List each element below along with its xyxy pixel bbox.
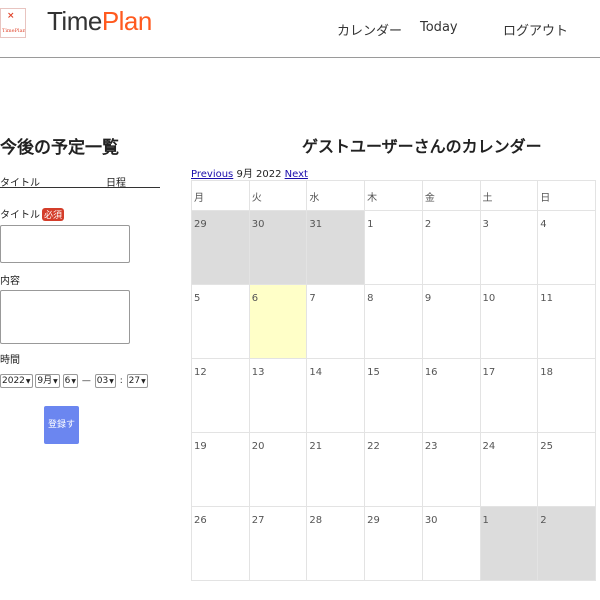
weekday-header: 水 xyxy=(306,180,366,211)
col-date-header: 日程 xyxy=(106,178,126,189)
chevron-down-icon: ▼ xyxy=(53,378,58,385)
day-cell[interactable]: 12 xyxy=(191,358,250,433)
required-badge: 必須 xyxy=(42,208,65,221)
day-cell[interactable]: 20 xyxy=(248,432,308,507)
day-cell[interactable]: 4 xyxy=(537,210,596,285)
chevron-down-icon: ▼ xyxy=(141,378,146,385)
day-cell[interactable]: 9 xyxy=(421,284,481,359)
time-selects: 2022▼ 9月▼ 6▼ — 03▼ : 27▼ xyxy=(0,374,148,388)
week-row: 29 30 31 1 2 3 4 xyxy=(191,210,596,285)
time-label: 時間 xyxy=(0,355,20,366)
chevron-down-icon: ▼ xyxy=(25,378,31,385)
day-cell[interactable]: 30 xyxy=(421,506,481,581)
day-cell[interactable]: 30 xyxy=(248,210,308,285)
month-select[interactable]: 9月▼ xyxy=(35,374,60,388)
weekday-row: 月 火 水 木 金 土 日 xyxy=(191,180,596,211)
year-value: 2022 xyxy=(2,376,25,386)
day-cell[interactable]: 21 xyxy=(306,432,366,507)
chevron-down-icon: ▼ xyxy=(109,378,114,385)
day-select[interactable]: 6▼ xyxy=(62,374,78,388)
day-cell[interactable]: 2 xyxy=(421,210,481,285)
brand-title[interactable]: TimePlan xyxy=(47,6,152,37)
brand-title-part2: Plan xyxy=(101,6,153,36)
date-time-separator: — xyxy=(81,376,91,386)
day-cell[interactable]: 2 xyxy=(537,506,596,581)
day-cell[interactable]: 17 xyxy=(479,358,539,433)
brand-title-part1: Time xyxy=(47,6,102,36)
upcoming-title: 今後の予定一覧 xyxy=(0,138,119,158)
nav-logout-link[interactable]: ログアウト xyxy=(503,20,568,39)
week-row: 5 6 7 8 9 10 11 xyxy=(191,284,596,359)
day-cell[interactable]: 1 xyxy=(364,210,423,285)
time-colon: : xyxy=(119,376,123,386)
logo-text: TimePlan xyxy=(2,28,26,34)
calendar-nav: Previous 9月 2022 Next xyxy=(191,165,308,180)
day-cell[interactable]: 18 xyxy=(537,358,596,433)
day-cell[interactable]: 13 xyxy=(248,358,308,433)
nav-calendar-link[interactable]: カレンダー xyxy=(337,20,402,39)
current-month-label: 9月 2022 xyxy=(236,169,282,180)
calendar-grid: 月 火 水 木 金 土 日 29 30 31 1 2 3 4 5 6 7 8 9… xyxy=(191,180,596,581)
day-cell[interactable]: 25 xyxy=(537,432,596,507)
day-cell[interactable]: 22 xyxy=(364,432,423,507)
title-label-text: タイトル xyxy=(0,210,40,221)
weekday-header: 日 xyxy=(537,180,596,211)
hour-select[interactable]: 03▼ xyxy=(94,374,116,388)
weekday-header: 土 xyxy=(479,180,539,211)
title-label: タイトル 必須 xyxy=(0,206,65,221)
day-cell[interactable]: 26 xyxy=(191,506,250,581)
day-cell[interactable]: 28 xyxy=(306,506,366,581)
day-value: 6 xyxy=(64,376,71,386)
weekday-header: 木 xyxy=(364,180,423,211)
month-value: 9月 xyxy=(37,376,53,386)
minute-value: 27 xyxy=(128,376,141,386)
day-cell[interactable]: 1 xyxy=(479,506,539,581)
day-cell[interactable]: 29 xyxy=(364,506,423,581)
calendar-title: ゲストユーザーさんのカレンダー xyxy=(302,137,542,156)
day-cell[interactable]: 10 xyxy=(479,284,539,359)
week-row: 26 27 28 29 30 1 2 xyxy=(191,506,596,581)
day-cell[interactable]: 24 xyxy=(479,432,539,507)
hour-value: 03 xyxy=(96,376,109,386)
title-input[interactable] xyxy=(0,225,130,263)
day-cell[interactable]: 5 xyxy=(191,284,250,359)
register-button[interactable]: 登録する xyxy=(44,406,79,468)
weekday-header: 火 xyxy=(248,180,308,211)
day-cell[interactable]: 19 xyxy=(191,432,250,507)
next-month-link[interactable]: Next xyxy=(285,169,308,180)
app-logo[interactable]: × TimePlan xyxy=(0,8,26,38)
day-cell[interactable]: 15 xyxy=(364,358,423,433)
week-row: 12 13 14 15 16 17 18 xyxy=(191,358,596,433)
col-title-header: タイトル xyxy=(0,178,40,189)
weekday-header: 月 xyxy=(191,180,250,211)
week-row: 19 20 21 22 23 24 25 xyxy=(191,432,596,507)
nav-today-link[interactable]: Today xyxy=(420,20,458,35)
content-textarea[interactable] xyxy=(0,290,130,344)
chevron-down-icon: ▼ xyxy=(71,378,76,385)
day-cell[interactable]: 27 xyxy=(248,506,308,581)
top-header: × TimePlan TimePlan カレンダー Today ログアウト xyxy=(0,0,600,58)
upcoming-list-header: タイトル 日程 xyxy=(0,168,160,189)
day-cell[interactable]: 16 xyxy=(421,358,481,433)
day-cell[interactable]: 6 xyxy=(248,284,308,359)
day-cell[interactable]: 3 xyxy=(479,210,539,285)
logo-mark-icon: × xyxy=(7,11,15,21)
day-cell[interactable]: 31 xyxy=(306,210,366,285)
year-select[interactable]: 2022▼ xyxy=(0,374,33,388)
day-cell[interactable]: 8 xyxy=(364,284,423,359)
weekday-header: 金 xyxy=(421,180,481,211)
day-cell[interactable]: 23 xyxy=(421,432,481,507)
day-cell[interactable]: 29 xyxy=(191,210,250,285)
day-cell[interactable]: 11 xyxy=(537,284,596,359)
day-cell[interactable]: 7 xyxy=(306,284,366,359)
minute-select[interactable]: 27▼ xyxy=(126,374,148,388)
previous-month-link[interactable]: Previous xyxy=(191,169,233,180)
content-label: 内容 xyxy=(0,276,20,287)
day-cell[interactable]: 14 xyxy=(306,358,366,433)
